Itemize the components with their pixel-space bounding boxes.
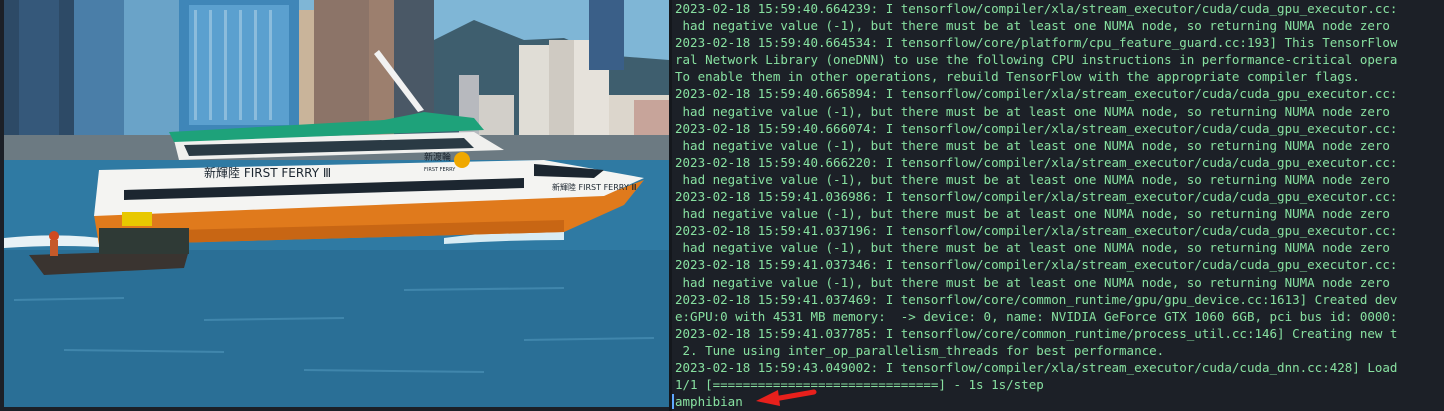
terminal-line: 2. Tune using inter_op_parallelism_threa… [675,342,1165,358]
prediction-output: amphibian [675,394,743,409]
terminal-line: had negative value (-1), but there must … [675,18,1390,34]
terminal-line: e:GPU:0 with 4531 MB memory: -> device: … [675,308,1398,324]
terminal-line: 2023-02-18 15:59:43.049002: I tensorflow… [675,359,1398,375]
ferry-bow-name-label: 新輝陸 FIRST FERRY Ⅲ [552,182,637,192]
red-arrow-icon [756,389,817,406]
terminal-line: 2023-02-18 15:59:41.037469: I tensorflow… [675,291,1398,307]
ferry-logo-label: 新渡輪 [424,151,451,163]
terminal-line: 2023-02-18 15:59:40.665894: I tensorflow… [675,86,1398,102]
terminal-line: 2023-02-18 15:59:41.037196: I tensorflow… [675,223,1398,239]
ferry-logo-sub-label: FIRST FERRY [424,167,456,173]
prompt-line: amphibian [672,393,743,410]
terminal-line: 2023-02-18 15:59:40.664534: I tensorflow… [675,35,1398,51]
terminal-line: 2023-02-18 15:59:40.666220: I tensorflow… [675,154,1398,170]
terminal-line: had negative value (-1), but there must … [675,137,1390,153]
terminal-line: had negative value (-1), but there must … [675,103,1390,119]
terminal-line: 2023-02-18 15:59:40.666074: I tensorflow… [675,120,1398,136]
ferry-photo: 新輝陸 FIRST FERRY Ⅲ 新輝陸 FIRST FERRY Ⅲ 新渡輪 … [4,0,669,407]
terminal-line: ral Network Library (oneDNN) to use the … [675,52,1398,68]
terminal-line: 2023-02-18 15:59:41.037785: I tensorflow… [675,325,1398,341]
terminal-window[interactable]: 2023-02-18 15:59:40.664239: I tensorflow… [672,0,1444,411]
terminal-line: 2023-02-18 15:59:40.664239: I tensorflow… [675,1,1398,16]
terminal-line: had negative value (-1), but there must … [675,206,1390,222]
terminal-line: had negative value (-1), but there must … [675,240,1390,256]
ferry-name-label: 新輝陸 FIRST FERRY Ⅲ [204,165,331,180]
terminal-output: 2023-02-18 15:59:40.664239: I tensorflow… [675,0,1397,393]
terminal-line: had negative value (-1), but there must … [675,274,1390,290]
terminal-line: 2023-02-18 15:59:41.037346: I tensorflow… [675,257,1398,273]
terminal-line: had negative value (-1), but there must … [675,171,1390,187]
terminal-cursor [672,394,674,409]
terminal-line: 2023-02-18 15:59:41.036986: I tensorflow… [675,189,1398,205]
terminal-line: To enable them in other operations, rebu… [675,69,1360,85]
